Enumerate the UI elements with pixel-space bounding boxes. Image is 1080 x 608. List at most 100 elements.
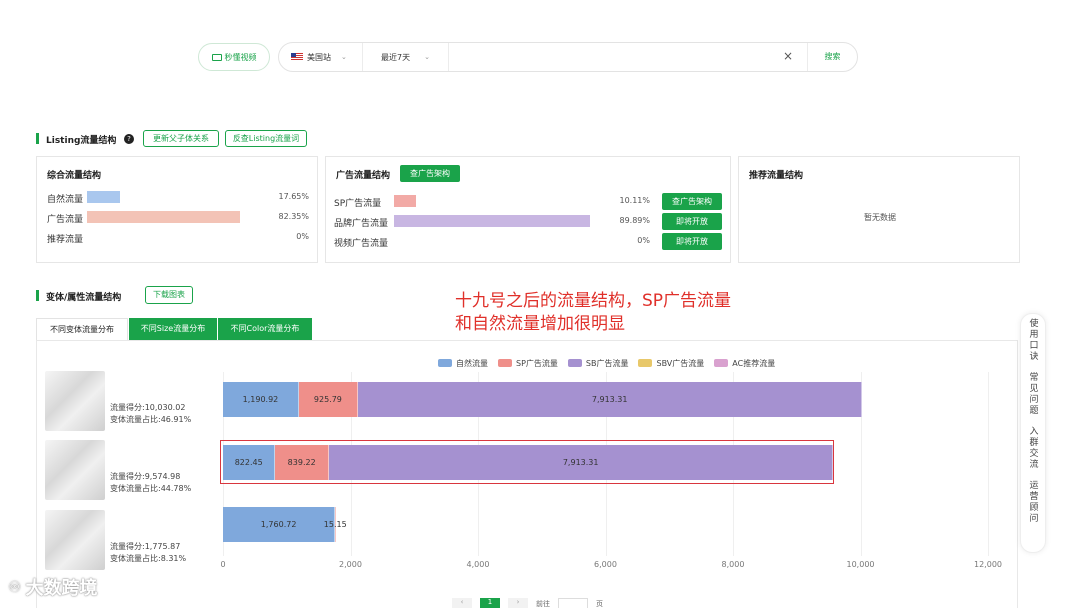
site-select[interactable]: 美国站 ⌄	[279, 43, 363, 71]
sidebar-link[interactable]: 运营顾问	[1027, 480, 1040, 524]
legend-item[interactable]: AC推荐流量	[714, 358, 775, 369]
video-guide-button[interactable]: 秒懂视频	[198, 43, 270, 71]
site-label: 美国站	[307, 52, 331, 62]
variant-thumbnail[interactable]	[45, 440, 105, 500]
search-bar: 美国站 ⌄ 最近7天 ⌄ × 搜索	[278, 42, 858, 72]
ad-row-label: 视频广告流量	[334, 239, 389, 249]
goto-unit: 页	[596, 600, 603, 608]
clear-icon[interactable]: ×	[783, 49, 793, 63]
tab-color[interactable]: 不同Color流量分布	[218, 318, 312, 340]
x-tick-label: 6,000	[594, 560, 617, 569]
empty-state: 暂无数据	[864, 213, 896, 222]
us-flag-icon	[291, 53, 303, 61]
legend-swatch	[498, 359, 512, 367]
bar-value-label: 1,760.72	[260, 520, 297, 529]
x-tick-label: 8,000	[721, 560, 745, 569]
ad-row-pct: 10.11%	[619, 196, 650, 205]
highlight-box	[220, 440, 834, 484]
bar-segment[interactable]: 1,190.92	[223, 382, 299, 417]
sidebar-link[interactable]: 入群交流	[1027, 426, 1040, 470]
sidebar-link[interactable]: 使用口诀	[1027, 318, 1040, 362]
ad-row-label: SP广告流量	[334, 199, 382, 209]
traffic-bar	[87, 211, 241, 223]
section-marker	[36, 290, 39, 301]
ad-row-action-button[interactable]: 即将开放	[662, 213, 722, 230]
x-tick-label: 4,000	[466, 560, 490, 569]
search-input[interactable]	[451, 46, 771, 68]
variant-share: 变体流量占比:8.31%	[110, 554, 187, 563]
traffic-row-pct: 0%	[296, 232, 309, 241]
watermark-text: 大数跨境	[25, 578, 98, 599]
legend-item[interactable]: SP广告流量	[498, 358, 558, 369]
recommend-traffic-card: 推荐流量结构 暂无数据	[738, 156, 1020, 263]
listing-section-title: Listing流量结构	[46, 136, 117, 146]
legend-swatch	[638, 359, 653, 367]
ad-row-pct: 89.89%	[619, 216, 650, 225]
overall-card-title: 综合流量结构	[47, 171, 102, 181]
ad-structure-button[interactable]: 查广告架构	[400, 165, 460, 182]
bar-segment[interactable]: 7,913.31	[357, 382, 863, 417]
ad-row-label: 品牌广告流量	[334, 219, 389, 229]
ad-row-action-button[interactable]: 即将开放	[662, 233, 722, 250]
annotation-line-1: 十九号之后的流量结构，SP广告流量	[455, 291, 732, 311]
variant-tab-active[interactable]: 不同变体流量分布	[36, 318, 128, 340]
variant-score: 流量得分:10,030.02	[110, 403, 186, 412]
watermark: ♾ 大数跨境	[8, 574, 97, 600]
traffic-row-label: 广告流量	[47, 215, 84, 225]
bar-value-label: 15.15	[323, 520, 347, 529]
traffic-row-label: 自然流量	[47, 195, 84, 205]
legend-swatch	[567, 359, 582, 367]
ad-traffic-bar	[394, 215, 590, 227]
x-tick-label: 0	[220, 560, 226, 569]
variant-thumbnail[interactable]	[45, 510, 105, 570]
legend-label: 自然流量	[456, 358, 488, 368]
chevron-down-icon: ⌄	[341, 53, 347, 61]
watermark-logo-icon: ♾	[8, 578, 22, 596]
traffic-row-pct: 82.35%	[278, 212, 309, 221]
chart-legend: 自然流量 SP广告流量 SB广告流量 SBV广告流量 AC推荐流量	[438, 357, 775, 369]
legend-item[interactable]: SB广告流量	[567, 358, 628, 369]
section-marker	[36, 133, 39, 144]
variant-score: 流量得分:9,574.98	[110, 472, 181, 481]
bar-value-label: 1,190.92	[242, 395, 279, 404]
search-button[interactable]: 搜索	[807, 43, 857, 71]
goto-label: 前往	[536, 600, 550, 608]
ad-row-action-button[interactable]: 查广告架构	[662, 193, 722, 210]
ad-traffic-card: 广告流量结构 查广告架构 SP广告流量 10.11% 查广告架构品牌广告流量 89.8…	[325, 156, 731, 263]
reverse-lookup-button[interactable]: 反查Listing流量词	[225, 130, 307, 147]
variant-share: 变体流量占比:46.91%	[110, 415, 192, 424]
current-page[interactable]: 1	[480, 598, 500, 608]
variant-score: 流量得分:1,775.87	[110, 542, 181, 551]
ad-traffic-bar	[394, 195, 417, 207]
next-page-button[interactable]: ›	[508, 598, 528, 608]
x-tick-label: 12,000	[974, 560, 1002, 569]
update-parent-child-button[interactable]: 更新父子体关系	[143, 130, 219, 147]
prev-page-button[interactable]: ‹	[452, 598, 472, 608]
legend-label: SP广告流量	[516, 358, 558, 368]
range-select[interactable]: 最近7天 ⌄	[363, 43, 449, 71]
grid-line	[988, 372, 989, 556]
legend-item[interactable]: SBV广告流量	[638, 358, 704, 369]
chevron-down-icon: ⌄	[424, 53, 430, 61]
bar-segment[interactable]: 925.79	[298, 382, 358, 417]
traffic-row-pct: 17.65%	[278, 192, 309, 201]
bar-segment[interactable]: 15.15	[324, 507, 347, 542]
x-tick-label: 10,000	[846, 560, 875, 569]
bar-segment[interactable]: 1,760.72	[223, 507, 336, 542]
bar-value-label: 7,913.31	[591, 395, 628, 404]
ad-card-title: 广告流量结构	[336, 171, 391, 181]
goto-input[interactable]	[558, 598, 588, 608]
video-icon	[211, 53, 222, 61]
download-chart-button[interactable]: 下载图表	[145, 286, 193, 304]
recommend-card-title: 推荐流量结构	[749, 171, 804, 181]
overall-traffic-card: 综合流量结构 自然流量 17.65% 广告流量 82.35% 推荐流量 0%	[36, 156, 318, 263]
video-guide-label: 秒懂视频	[224, 52, 257, 62]
legend-label: AC推荐流量	[732, 358, 776, 368]
variant-thumbnail[interactable]	[45, 371, 105, 431]
tab-size[interactable]: 不同Size流量分布	[129, 318, 217, 340]
ad-row-pct: 0%	[637, 236, 650, 245]
range-label: 最近7天	[381, 52, 411, 62]
sidebar-link[interactable]: 常见问题	[1027, 372, 1040, 416]
help-icon[interactable]: ?	[124, 134, 134, 144]
legend-item[interactable]: 自然流量	[438, 358, 488, 369]
